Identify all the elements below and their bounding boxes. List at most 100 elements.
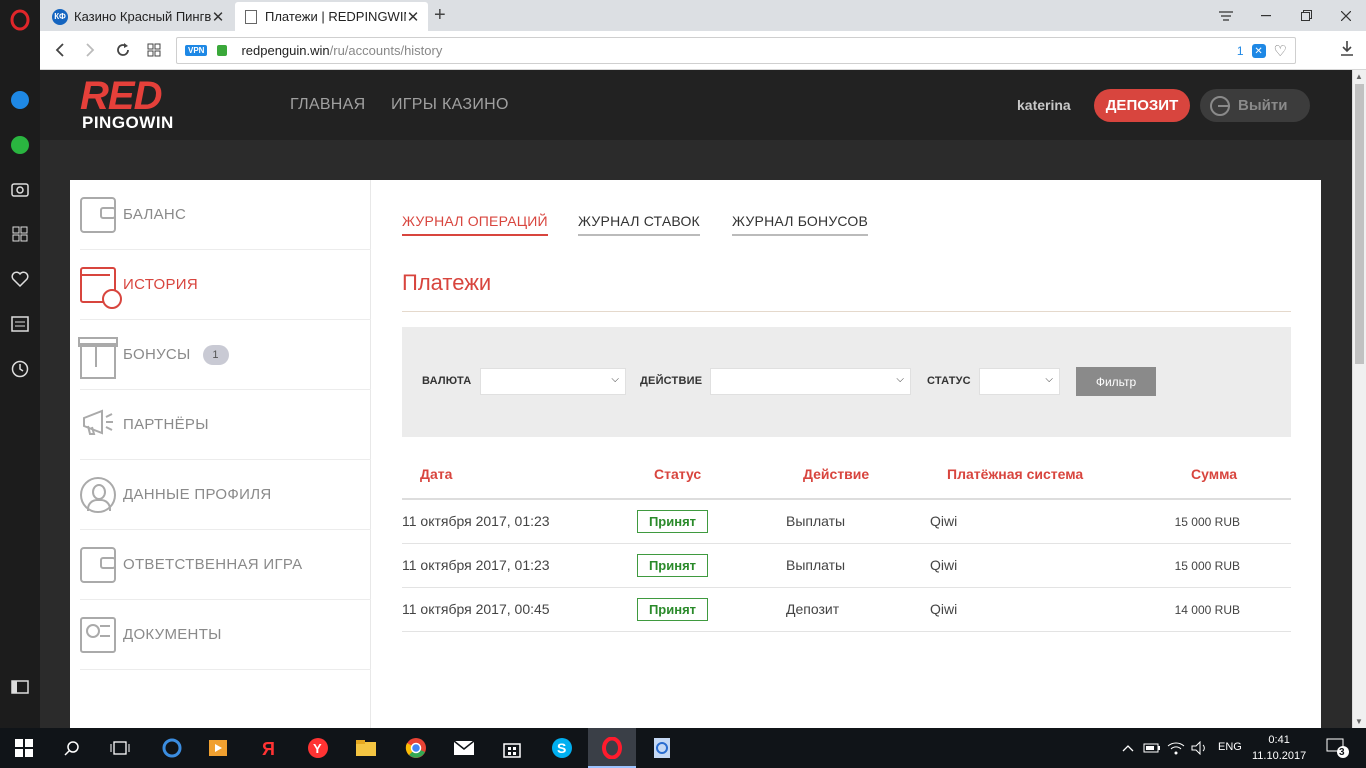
system-clock[interactable]: 0:41 11.10.2017 (1252, 732, 1306, 764)
close-window-icon[interactable] (1326, 0, 1366, 31)
menu-item-documents[interactable]: ДОКУМЕНТЫ (80, 600, 371, 670)
menu-item-profile[interactable]: ДАННЫЕ ПРОФИЛЯ (80, 460, 371, 530)
row-action: Депозит (786, 601, 840, 617)
menu-item-label: ПАРТНЁРЫ (123, 416, 209, 433)
scroll-thumb[interactable] (1355, 84, 1364, 364)
app-icon[interactable] (650, 736, 674, 760)
back-icon[interactable] (50, 40, 70, 60)
messenger-icon[interactable] (8, 88, 32, 112)
header-payment-system[interactable]: Платёжная система (947, 466, 1083, 482)
tab-title: Платежи | REDPINGWIN (265, 9, 406, 24)
bonus-count-badge: 1 (202, 344, 229, 365)
nav-casino-games[interactable]: ИГРЫ КАЗИНО (391, 96, 509, 114)
whatsapp-icon[interactable] (8, 133, 32, 157)
site-logo[interactable]: RED PINGOWIN (80, 76, 190, 134)
chevron-down-icon: ⌵ (1045, 374, 1053, 385)
yandex-browser-icon[interactable]: Y (306, 736, 330, 760)
address-bar[interactable]: VPN redpenguin.win/ru/accounts/history 1… (176, 37, 1296, 64)
status-badge: Принят (637, 510, 708, 533)
new-tab-button[interactable]: + (434, 4, 446, 27)
camera-icon[interactable] (8, 177, 32, 201)
tab-bets-log[interactable]: ЖУРНАЛ СТАВОК (578, 213, 700, 236)
scroll-up-icon[interactable]: ▲ (1355, 72, 1363, 81)
tab-casino[interactable]: КФ Казино Красный Пингвин ✕ (44, 2, 233, 31)
username[interactable]: katerina (1017, 97, 1071, 113)
gift-icon (78, 336, 118, 379)
task-view-icon[interactable] (108, 736, 132, 760)
tab-menu-icon[interactable] (1206, 0, 1246, 31)
header-amount[interactable]: Сумма (1191, 466, 1237, 482)
file-explorer-icon[interactable] (354, 736, 378, 760)
row-payment-system: Qiwi (930, 513, 958, 529)
chevron-down-icon: ⌵ (896, 374, 904, 385)
tray-chevron-up-icon[interactable] (1116, 736, 1140, 760)
news-icon[interactable] (8, 312, 32, 336)
row-amount: 15 000 RUB (1174, 515, 1240, 529)
menu-item-balance[interactable]: БАЛАНС (80, 180, 371, 250)
opera-sidebar (0, 0, 40, 728)
volume-icon[interactable] (1188, 736, 1212, 760)
bookmark-heart-icon[interactable]: ♡ (1274, 42, 1287, 60)
search-icon[interactable] (60, 736, 84, 760)
tabs-grid-icon[interactable] (144, 40, 164, 60)
wifi-icon[interactable] (1164, 736, 1188, 760)
store-icon[interactable] (500, 736, 524, 760)
close-icon[interactable]: ✕ (211, 8, 225, 26)
adblock-count: 1 (1236, 44, 1244, 58)
tab-strip: КФ Казино Красный Пингвин ✕ Платежи | RE… (40, 0, 1366, 31)
windows-start-icon[interactable] (12, 736, 36, 760)
media-player-icon[interactable] (206, 736, 230, 760)
language-indicator[interactable]: ENG (1218, 741, 1242, 753)
status-select[interactable]: ⌵ (979, 368, 1060, 395)
user-icon (80, 476, 116, 513)
lock-icon[interactable] (217, 45, 228, 56)
minimize-icon[interactable] (1246, 0, 1286, 31)
table-row: 11 октября 2017, 01:23 Принят Выплаты Qi… (402, 544, 1291, 588)
menu-item-bonuses[interactable]: БОНУСЫ 1 (78, 320, 371, 390)
battery-icon[interactable] (1140, 736, 1164, 760)
action-select[interactable]: ⌵ (710, 368, 911, 395)
download-icon[interactable] (1340, 40, 1354, 61)
row-date: 11 октября 2017, 00:45 (402, 601, 550, 617)
speed-dial-icon[interactable] (8, 222, 32, 246)
page-scrollbar[interactable]: ▲ ▼ (1352, 70, 1366, 728)
heart-icon[interactable] (8, 267, 32, 291)
nav-home[interactable]: ГЛАВНАЯ (290, 96, 366, 114)
table-header: Дата Статус Действие Платёжная система С… (402, 456, 1291, 500)
clock-time: 0:41 (1268, 734, 1290, 746)
close-icon[interactable]: ✕ (406, 8, 420, 26)
header-action[interactable]: Действие (803, 466, 869, 482)
logout-button[interactable]: Выйти (1200, 89, 1310, 122)
filter-button[interactable]: Фильтр (1076, 367, 1156, 396)
tab-payments[interactable]: Платежи | REDPINGWIN ✕ (235, 2, 428, 31)
history-icon[interactable] (8, 357, 32, 381)
scroll-down-icon[interactable]: ▼ (1355, 717, 1363, 726)
tab-operations-log[interactable]: ЖУРНАЛ ОПЕРАЦИЙ (402, 213, 548, 236)
skype-icon[interactable]: S (550, 736, 574, 760)
status-badge: Принят (637, 554, 708, 577)
currency-select[interactable]: ⌵ (480, 368, 626, 395)
logout-icon (1210, 95, 1230, 116)
status-label: СТАТУС (927, 375, 971, 387)
notifications-icon[interactable] (1326, 736, 1350, 760)
adblock-icon[interactable]: ✕ (1251, 44, 1266, 58)
mail-icon[interactable] (452, 736, 476, 760)
header-status[interactable]: Статус (654, 466, 701, 482)
yandex-icon[interactable]: Я (256, 736, 280, 760)
vpn-badge[interactable]: VPN (185, 45, 208, 56)
restore-icon[interactable] (1286, 0, 1326, 31)
reload-icon[interactable] (113, 40, 133, 60)
menu-item-responsible-gaming[interactable]: ОТВЕТСТВЕННАЯ ИГРА (80, 530, 371, 600)
opera-logo-icon[interactable] (8, 8, 32, 32)
deposit-button[interactable]: ДЕПОЗИТ (1094, 89, 1190, 122)
chrome-icon[interactable] (404, 736, 428, 760)
opera-icon[interactable] (600, 736, 624, 760)
edge-icon[interactable] (160, 736, 184, 760)
sidebar-toggle-icon[interactable] (8, 675, 32, 699)
header-date[interactable]: Дата (420, 466, 452, 482)
menu-item-partners[interactable]: ПАРТНЁРЫ (80, 390, 371, 460)
tab-bonuses-log[interactable]: ЖУРНАЛ БОНУСОВ (732, 213, 869, 236)
menu-item-history[interactable]: ИСТОРИЯ (80, 250, 371, 320)
row-action: Выплаты (786, 557, 846, 573)
forward-icon[interactable] (80, 40, 100, 60)
